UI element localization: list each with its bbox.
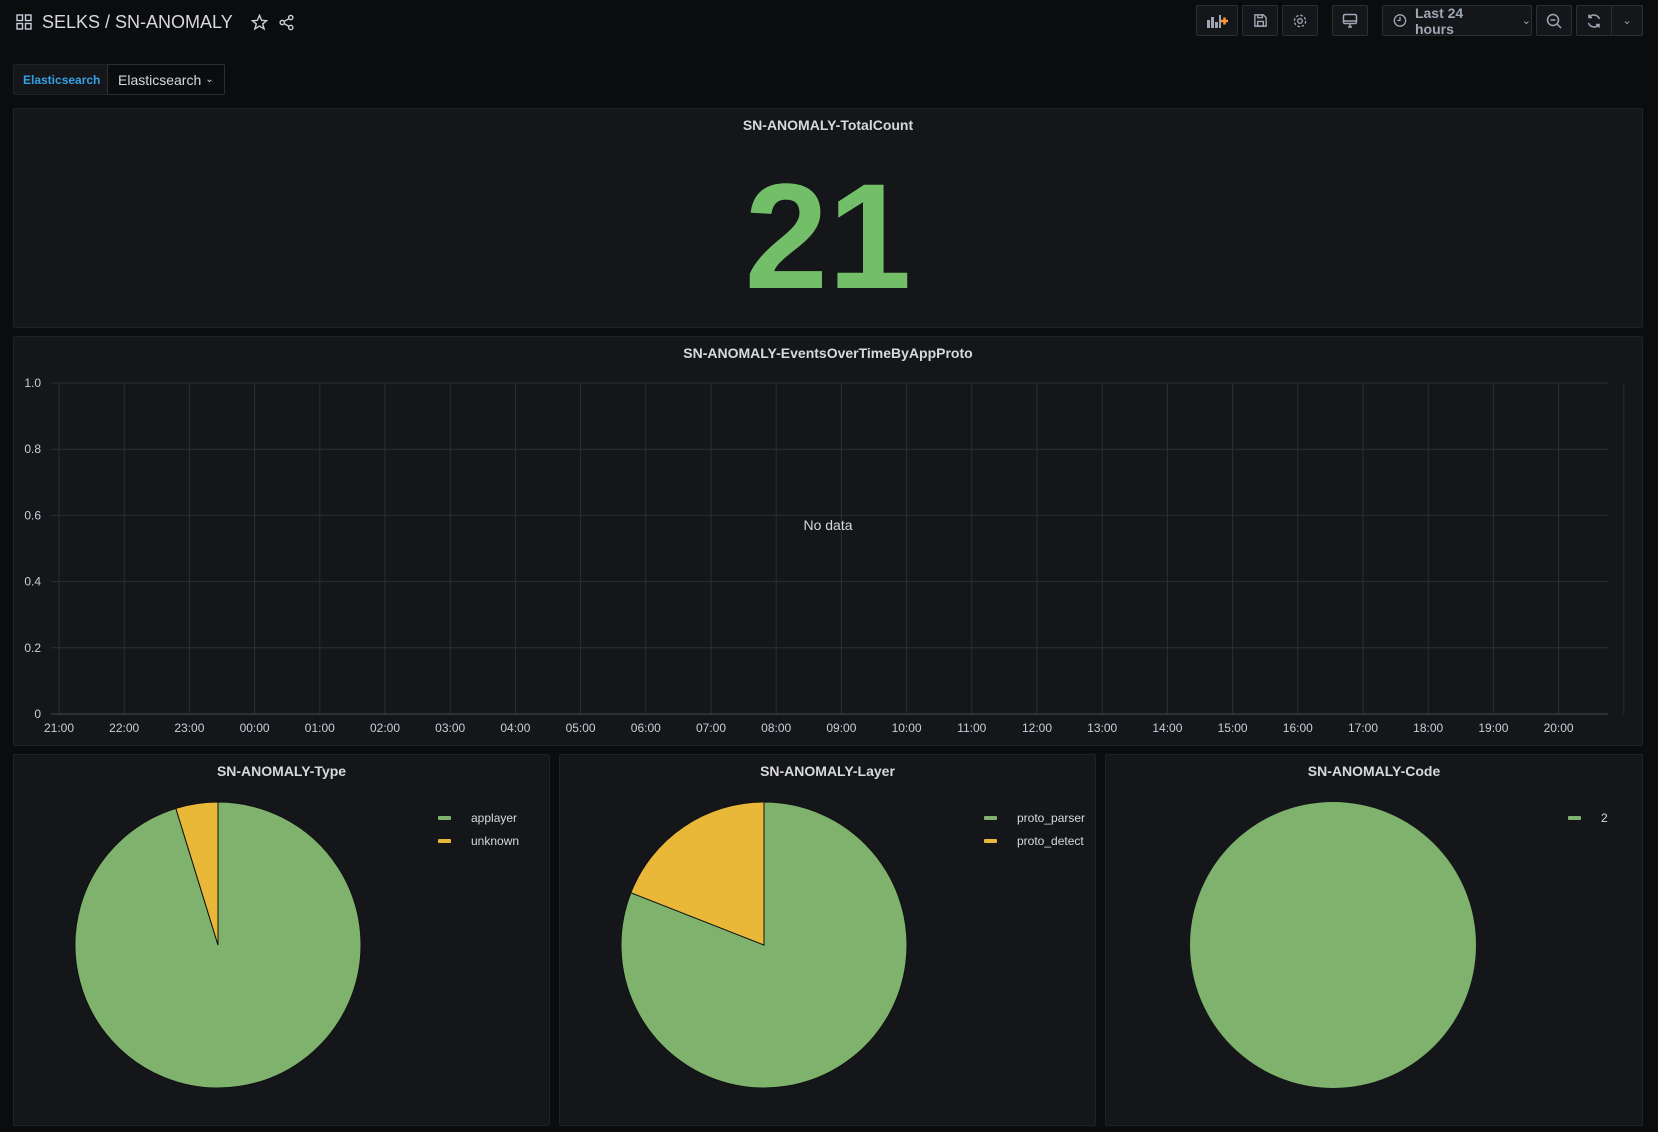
save-icon [1253, 14, 1267, 27]
x-tick-label: 09:00 [826, 721, 856, 735]
dashboard-title[interactable]: SELKS / SN-ANOMALY [42, 12, 233, 33]
x-tick-label: 14:00 [1152, 721, 1182, 735]
gear-icon [1293, 14, 1307, 27]
y-tick-label: 0.4 [24, 575, 41, 589]
x-tick-label: 03:00 [435, 721, 465, 735]
x-tick-label: 02:00 [370, 721, 400, 735]
x-tick-label: 22:00 [109, 721, 139, 735]
legend-swatch [438, 816, 451, 820]
x-tick-label: 13:00 [1087, 721, 1117, 735]
x-tick-label: 23:00 [174, 721, 204, 735]
settings-button[interactable] [1282, 5, 1318, 36]
refresh-icon [1587, 13, 1601, 28]
legend-label: proto_detect [1017, 834, 1084, 848]
save-dashboard-button[interactable] [1242, 5, 1278, 36]
no-data-message: No data [803, 517, 853, 533]
x-tick-label: 12:00 [1022, 721, 1052, 735]
variable-label: Elasticsearch [13, 64, 111, 95]
x-tick-label: 15:00 [1218, 721, 1248, 735]
pie-panel-type: SN-ANOMALY-Type applayer unknown [13, 754, 550, 1126]
dashboards-grid-icon[interactable] [16, 14, 32, 30]
zoom-out-button[interactable] [1536, 5, 1572, 36]
legend-swatch [984, 816, 997, 820]
legend-swatch [984, 839, 997, 843]
pie-chart [1190, 802, 1476, 1088]
x-tick-label: 01:00 [305, 721, 335, 735]
x-tick-label: 04:00 [500, 721, 530, 735]
x-tick-label: 19:00 [1478, 721, 1508, 735]
x-tick-label: 11:00 [957, 721, 986, 735]
legend-label: applayer [471, 811, 518, 825]
legend-label: 2 [1601, 811, 1608, 825]
add-panel-icon [1207, 14, 1228, 28]
time-range-label: Last 24 hours [1414, 4, 1464, 37]
pie-slice-2[interactable] [1190, 802, 1476, 1088]
datasource-variable-select[interactable]: Elasticsearch ⌄ [107, 64, 225, 95]
y-tick-label: 0.2 [24, 641, 41, 655]
x-tick-label: 16:00 [1283, 721, 1313, 735]
refresh-button[interactable] [1577, 6, 1612, 35]
variable-value: Elasticsearch [118, 71, 202, 88]
legend-item-unknown[interactable]: unknown [438, 834, 519, 848]
stat-value: 21 [744, 152, 912, 320]
monitor-icon [1342, 13, 1358, 28]
chevron-down-icon: ⌄ [205, 74, 214, 85]
add-panel-button[interactable] [1196, 5, 1238, 36]
refresh-interval-dropdown[interactable]: ⌄ [1612, 14, 1642, 27]
x-tick-label: 21:00 [44, 721, 74, 735]
refresh-group: ⌄ [1576, 5, 1643, 36]
panel-title[interactable]: SN-ANOMALY-TotalCount [14, 117, 1642, 133]
pie-panel-layer: SN-ANOMALY-Layer proto_parser proto_detec… [559, 754, 1096, 1126]
legend-label: proto_parser [1017, 811, 1086, 825]
graph-panel-events-over-time: SN-ANOMALY-EventsOverTimeByAppProto 1.0 0… [13, 336, 1643, 746]
x-tick-label: 18:00 [1413, 721, 1443, 735]
legend-item-applayer[interactable]: applayer [438, 811, 517, 825]
y-tick-label: 0.8 [24, 442, 41, 456]
time-range-picker[interactable]: Last 24 hours ⌄ [1382, 4, 1532, 37]
dashboard-title-bar: SELKS / SN-ANOMALY [16, 8, 295, 36]
x-tick-label: 20:00 [1544, 721, 1574, 735]
x-tick-label: 00:00 [240, 721, 270, 735]
pie-panel-code: SN-ANOMALY-Code 2 [1105, 754, 1643, 1126]
legend-item-proto_parser[interactable]: proto_parser [984, 811, 1085, 825]
legend-label: unknown [471, 834, 520, 848]
x-tick-label: 10:00 [892, 721, 922, 735]
x-tick-label: 05:00 [566, 721, 596, 735]
star-icon[interactable] [250, 13, 268, 31]
share-icon[interactable] [278, 14, 295, 31]
zoom-out-icon [1546, 13, 1562, 29]
tv-mode-button[interactable] [1332, 5, 1368, 36]
y-tick-label: 1.0 [24, 376, 41, 390]
graph-plot: 1.00.80.60.40.2021:00 22:00 23:00 00:00 01:0… [24, 376, 1625, 735]
legend-swatch [1568, 816, 1581, 820]
y-tick-label: 0 [34, 707, 41, 721]
chevron-down-icon: ⌄ [1521, 15, 1531, 27]
legend-item-2[interactable]: 2 [1568, 811, 1608, 825]
x-tick-label: 06:00 [631, 721, 661, 735]
x-tick-label: 17:00 [1348, 721, 1378, 735]
legend-swatch [438, 839, 451, 843]
clock-icon [1393, 14, 1407, 27]
x-tick-label: 07:00 [696, 721, 726, 735]
x-tick-label: 08:00 [761, 721, 791, 735]
legend-item-proto_detect[interactable]: proto_detect [984, 834, 1084, 848]
stat-panel-total-count: SN-ANOMALY-TotalCount 21 [13, 108, 1643, 328]
